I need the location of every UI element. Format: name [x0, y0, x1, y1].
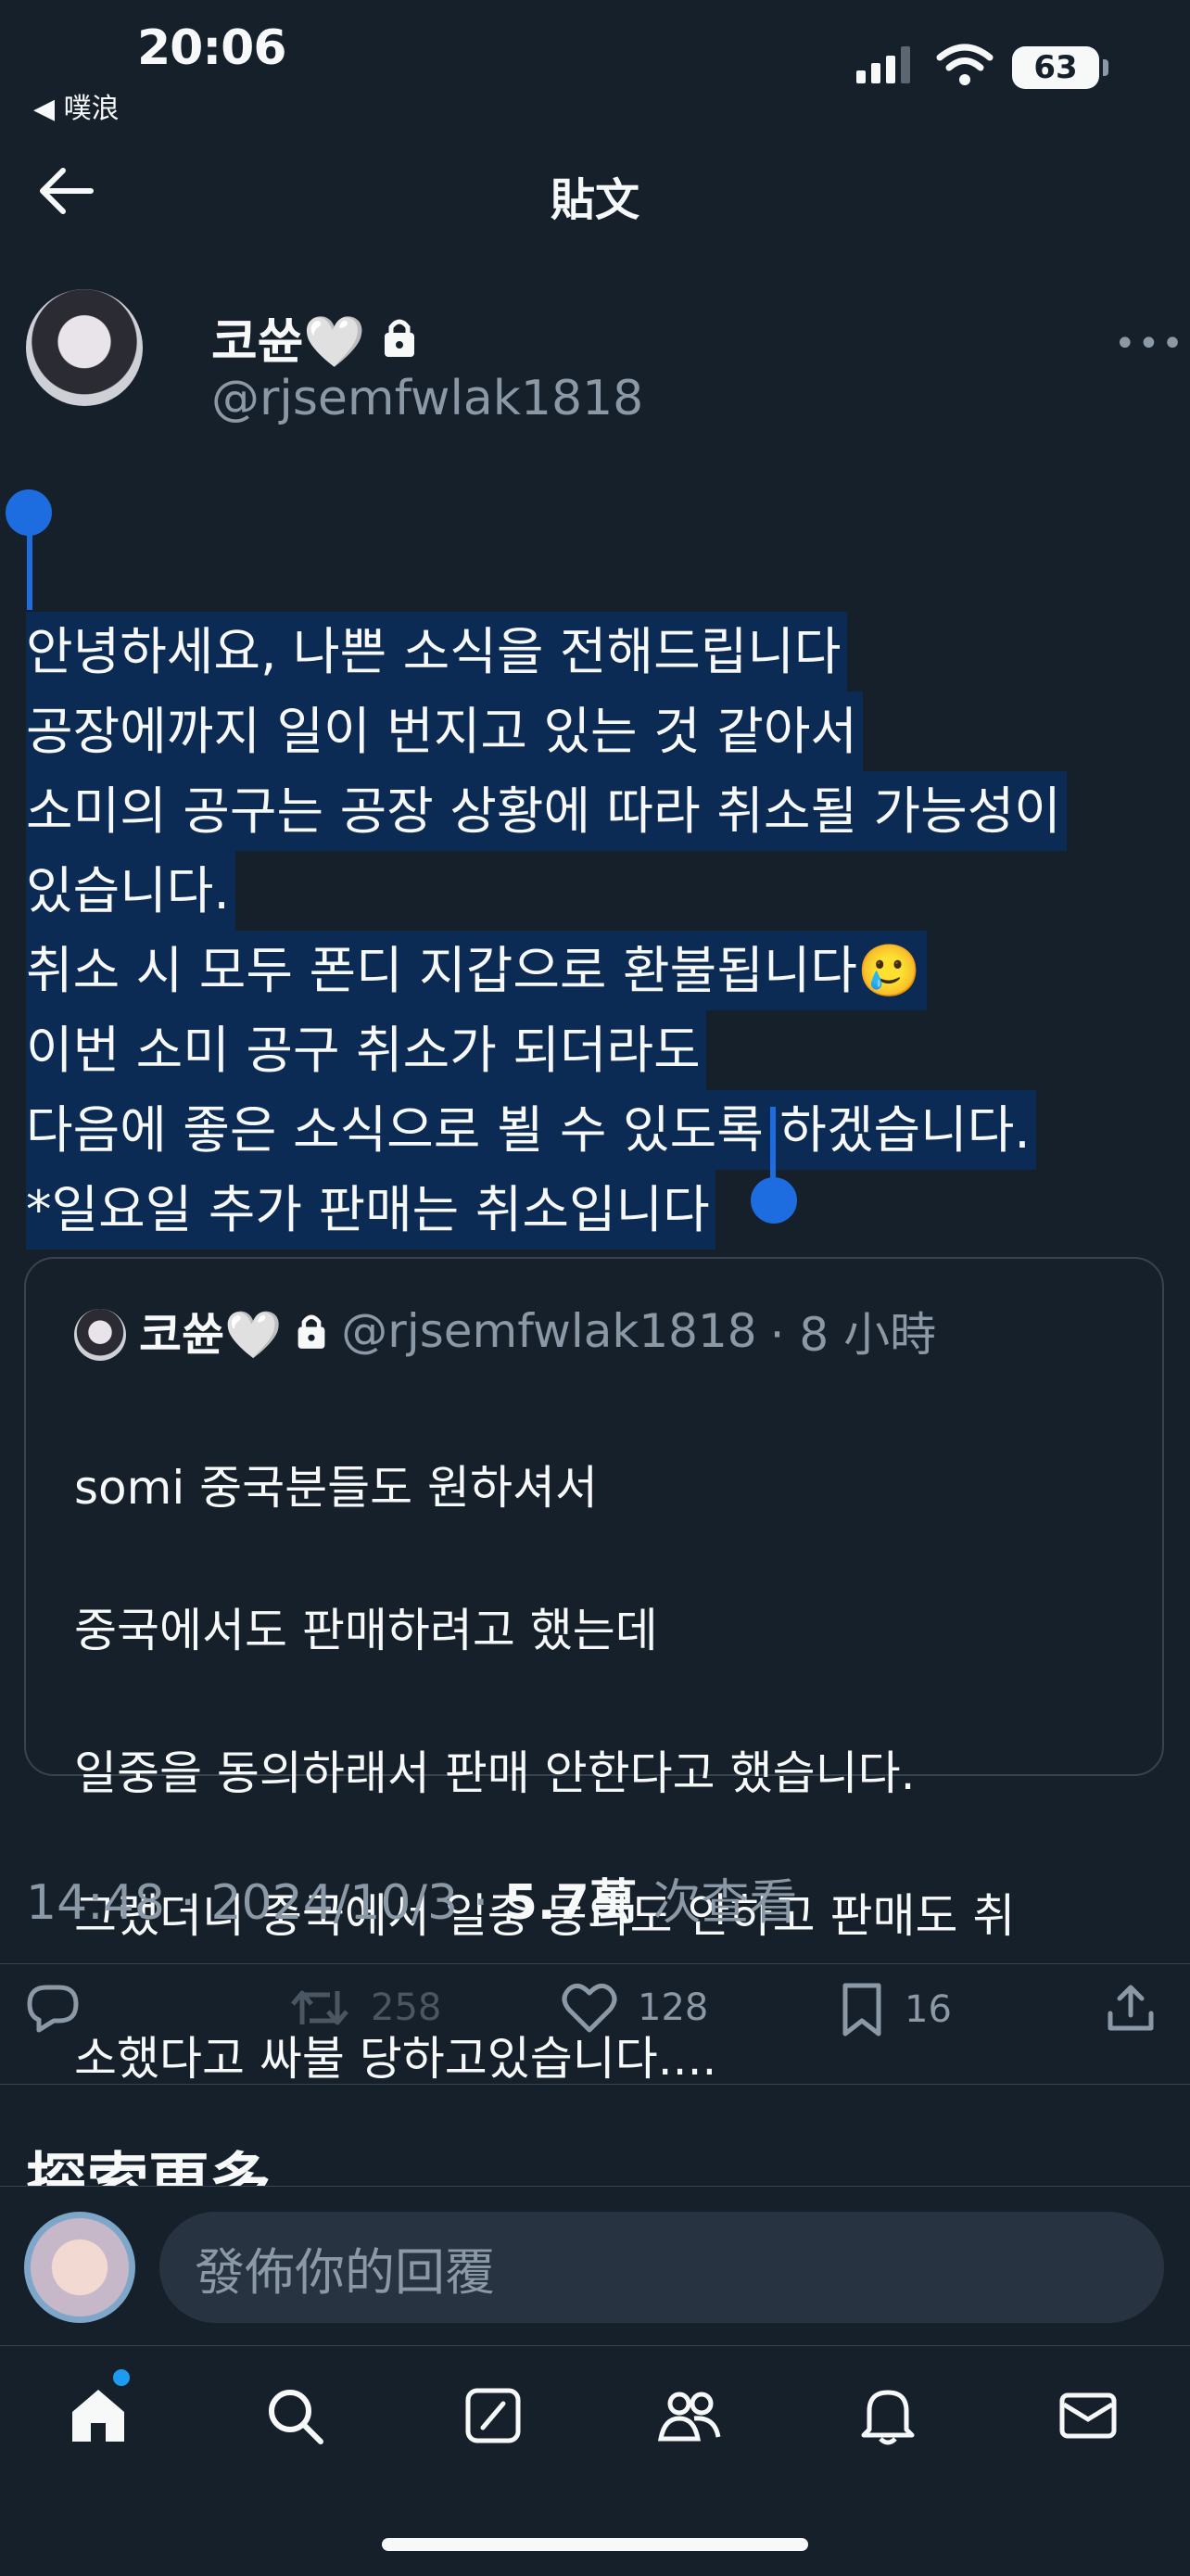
bookmark-icon — [842, 1983, 881, 2037]
grok-icon — [465, 2388, 521, 2443]
communities-icon — [658, 2392, 721, 2442]
home-icon — [72, 2390, 124, 2442]
divider — [0, 1963, 1190, 1964]
more-options-icon[interactable]: ••• — [1114, 323, 1185, 365]
share-button[interactable] — [1105, 1982, 1157, 2034]
view-label: 次查看 — [652, 1875, 798, 1931]
quoted-post-header: 코쓘🤍 @rjsemfwlak1818 · 8 小時 — [139, 1298, 936, 1364]
post-line: 이번 소미 공구 취소가 되더라도 — [26, 1010, 706, 1090]
tab-home[interactable] — [61, 2379, 135, 2453]
quoted-line: 일중을 동의하래서 판매 안한다고 했습니다. — [74, 1746, 916, 1800]
bell-icon — [861, 2390, 915, 2445]
page-title: 貼文 — [550, 174, 639, 226]
quoted-author-handle: @rjsemfwlak1818 — [341, 1304, 757, 1358]
selection-start-handle[interactable] — [6, 489, 52, 536]
explore-more-heading: 探索更多 — [26, 2146, 271, 2186]
heart-icon — [562, 1983, 617, 2033]
lock-icon — [384, 319, 414, 357]
tab-notifications[interactable] — [851, 2379, 925, 2453]
tab-messages[interactable] — [1051, 2379, 1125, 2453]
reply-input[interactable]: 發佈你的回覆 — [159, 2212, 1164, 2323]
quoted-post-text: somi 중국분들도 원하셔서 중국에서도 판매하려고 했는데 일중을 동의하래… — [74, 1381, 1140, 2166]
author-avatar[interactable] — [26, 289, 143, 406]
quoted-author-name: 코쓘🤍 — [139, 1308, 283, 1362]
tab-grok[interactable] — [456, 2379, 530, 2453]
like-button[interactable]: 128 — [562, 1982, 708, 2034]
home-notification-dot — [113, 2369, 130, 2386]
quoted-line: somi 중국분들도 원하셔서 — [74, 1461, 599, 1515]
post-time: 14:48 — [26, 1875, 165, 1931]
like-count: 128 — [638, 1986, 709, 2029]
share-icon — [1108, 1985, 1154, 2031]
retweet-count: 258 — [371, 1986, 442, 2029]
status-time: 20:06 — [137, 20, 287, 76]
divider — [0, 2084, 1190, 2085]
current-user-avatar[interactable] — [24, 2212, 135, 2323]
quoted-post-time: · 8 小時 — [769, 1308, 937, 1362]
battery-indicator: 63 — [1012, 46, 1099, 89]
selection-end-stem — [770, 1107, 776, 1188]
author-handle[interactable]: @rjsemfwlak1818 — [211, 371, 643, 426]
post-date: 2024/10/3 — [210, 1875, 459, 1931]
author-name-row[interactable]: 코쓘🤍 — [211, 300, 418, 374]
mail-icon — [1059, 2392, 1117, 2439]
post-line: *일요일 추가 판매는 취소입니다 — [26, 1170, 715, 1250]
bookmark-button[interactable]: 16 — [840, 1982, 952, 2037]
lock-icon — [298, 1314, 325, 1349]
bookmark-count: 16 — [905, 1988, 952, 2031]
post-line: 소미의 공구는 공장 상황에 따라 취소될 가능성이 — [26, 771, 1067, 851]
post-line: 다음에 좋은 소식으로 뵐 수 있도록 하겠습니다. — [26, 1090, 1036, 1170]
post-line: 공장에까지 일이 번지고 있는 것 같아서 — [26, 692, 864, 771]
post-meta: 14:48 · 2024/10/3 · 5.7萬 次查看 — [26, 1875, 798, 1931]
home-indicator[interactable] — [382, 2538, 808, 2551]
view-count[interactable]: 5.7萬 — [504, 1875, 638, 1931]
post-line: 취소 시 모두 폰디 지갑으로 환불됩니다🥲 — [26, 931, 927, 1010]
retweet-icon — [291, 1990, 348, 2025]
post-line: 있습니다. — [26, 851, 235, 931]
reply-icon — [27, 1985, 79, 2033]
reply-button[interactable] — [26, 1982, 80, 2034]
retweet-button[interactable]: 258 — [289, 1982, 441, 2034]
author-name[interactable]: 코쓘🤍 — [211, 300, 366, 374]
quoted-author-avatar — [74, 1309, 126, 1361]
cellular-signal-icon — [856, 46, 910, 83]
selection-end-handle[interactable] — [751, 1177, 797, 1224]
back-to-app-link[interactable]: ◀ 噗浪 — [33, 85, 120, 126]
search-icon — [269, 2390, 323, 2444]
tab-search[interactable] — [258, 2379, 332, 2453]
quoted-line: 중국에서도 판매하려고 했는데 — [74, 1604, 658, 1657]
post-text[interactable]: 안녕하세요, 나쁜 소식을 전해드립니다 공장에까지 일이 번지고 있는 것 같… — [26, 532, 1166, 1250]
post-line: 안녕하세요, 나쁜 소식을 전해드립니다 — [26, 612, 847, 692]
tab-communities[interactable] — [652, 2379, 727, 2453]
wifi-icon — [936, 44, 994, 85]
battery-cap — [1103, 59, 1108, 76]
